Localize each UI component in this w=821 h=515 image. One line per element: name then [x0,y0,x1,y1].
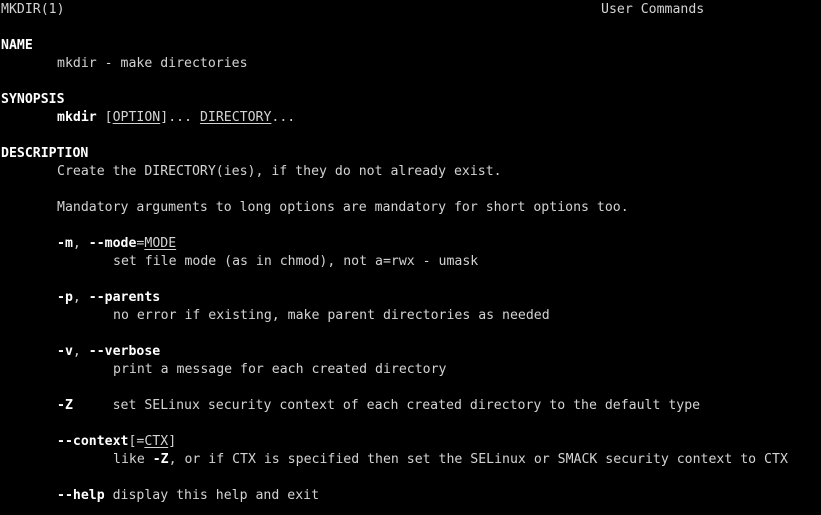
option-context-desc-flag: -Z [152,452,169,467]
man-header-left: MKDIR(1) [1,2,65,17]
option-mode-desc: set file mode (as in chmod), not a=rwx -… [113,254,479,269]
option-context-desc-pre: like [113,452,153,467]
option-help: --help display this help and exit [57,487,319,505]
synopsis-line: mkdir [OPTION]... DIRECTORY... [57,109,295,127]
option-z-gap [73,398,113,413]
option-verbose-desc: print a message for each created directo… [113,362,447,377]
option-context-desc-post: , or if CTX is specified then set the SE… [168,452,788,467]
synopsis-bracket-open: [ [104,110,113,125]
terminal-window[interactable]: MKDIR(1) User Commands NAME mkdir - make… [0,0,821,515]
option-z-desc: set SELinux security context of each cre… [112,398,701,413]
option-parents-sep: , [72,290,89,305]
description-line-2: Mandatory arguments to long options are … [57,200,629,215]
synopsis-option: OPTION [112,110,161,125]
option-context-open: [= [128,434,145,449]
section-heading-synopsis: SYNOPSIS [1,92,65,107]
section-heading-name: NAME [1,38,33,53]
option-z: -Z set SELinux security context of each … [57,397,700,415]
option-parents-long: --parents [88,290,161,305]
option-help-long: --help [57,488,105,503]
option-verbose-sep: , [72,344,89,359]
option-z-short: -Z [57,398,73,413]
synopsis-space [97,110,105,125]
option-mode-short: -m [57,236,73,251]
option-help-desc: display this help and exit [104,488,320,503]
synopsis-command: mkdir [57,110,97,125]
option-verbose: -v, --verbose [57,343,160,361]
option-context-long: --context [57,434,129,449]
option-parents: -p, --parents [57,289,160,307]
man-header-center: User Commands [601,1,704,19]
option-parents-short: -p [57,290,73,305]
description-line-1: Create the DIRECTORY(ies), if they do no… [57,164,502,179]
synopsis-directory: DIRECTORY [199,110,272,125]
synopsis-bracket-close: ]... [160,110,200,125]
option-mode-sep: , [72,236,89,251]
man-header-title: User Commands [601,2,705,17]
man-header: MKDIR(1) [1,1,65,19]
option-verbose-long: --verbose [88,344,161,359]
option-mode: -m, --mode=MODE [57,235,176,253]
name-text: mkdir - make directories [57,56,248,71]
option-mode-arg: MODE [144,236,177,251]
option-context-desc: like -Z, or if CTX is specified then set… [113,451,788,469]
option-verbose-short: -v [57,344,73,359]
option-context-close: ] [168,434,177,449]
option-context-arg: CTX [144,434,169,449]
option-context: --context[=CTX] [57,433,176,451]
option-mode-long: --mode [88,236,137,251]
synopsis-ellipsis: ... [271,110,296,125]
section-heading-description: DESCRIPTION [1,146,89,161]
option-parents-desc: no error if existing, make parent direct… [113,308,550,323]
